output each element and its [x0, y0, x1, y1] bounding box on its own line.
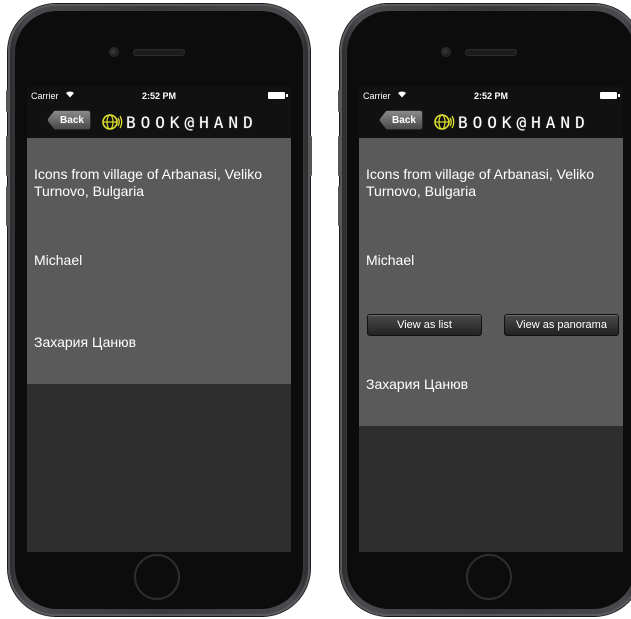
status-time: 2:52 PM [141, 91, 176, 101]
status-bar: Carrier 2:52 PM [27, 87, 291, 105]
front-camera [441, 47, 451, 57]
volume-down-button [6, 186, 9, 226]
mute-switch [6, 90, 9, 112]
app-logo: BOOK@HAND [433, 111, 590, 133]
detail-panel: Icons from village of Arbanasi, Veliko T… [359, 138, 623, 426]
front-camera [109, 47, 119, 57]
item-title[interactable]: Icons from village of Arbanasi, Veliko T… [366, 166, 611, 200]
battery-icon [268, 92, 288, 99]
iphone-frame-left: Carrier 2:52 PM Back BOOK@HAND Icons fro… [6, 4, 312, 616]
logo-text: BOOK@HAND [126, 112, 258, 132]
screen: Carrier 2:52 PM Back BOOK@HAND Icons fro… [359, 87, 623, 552]
status-time: 2:52 PM [473, 91, 508, 101]
earpiece-speaker [133, 49, 185, 56]
volume-up-button [338, 136, 341, 176]
earpiece-speaker [465, 49, 517, 56]
item-name[interactable]: Michael [34, 252, 82, 269]
logo-text: BOOK@HAND [458, 112, 590, 132]
power-button [309, 136, 312, 176]
home-button[interactable] [466, 554, 512, 600]
view-as-panorama-button[interactable]: View as panorama [504, 314, 619, 336]
status-bar: Carrier 2:52 PM [359, 87, 623, 105]
volume-up-button [6, 136, 9, 176]
item-name[interactable]: Michael [366, 252, 414, 269]
detail-panel: Icons from village of Arbanasi, Veliko T… [27, 138, 291, 384]
item-author[interactable]: Захария Цанюв [34, 334, 136, 351]
back-button[interactable]: Back [379, 110, 423, 130]
item-author[interactable]: Захария Цанюв [366, 376, 468, 393]
iphone-frame-right: Carrier 2:52 PM Back BOOK@HAND Icons fro… [338, 4, 631, 616]
item-title[interactable]: Icons from village of Arbanasi, Veliko T… [34, 166, 279, 200]
home-button[interactable] [134, 554, 180, 600]
navigation-bar: Back BOOK@HAND [27, 105, 291, 138]
app-logo: BOOK@HAND [101, 111, 258, 133]
battery-icon [600, 92, 620, 99]
view-as-list-button[interactable]: View as list [367, 314, 482, 336]
volume-down-button [338, 186, 341, 226]
screen: Carrier 2:52 PM Back BOOK@HAND Icons fro… [27, 87, 291, 552]
mute-switch [338, 90, 341, 112]
back-button[interactable]: Back [47, 110, 91, 130]
globe-sound-icon [434, 114, 455, 130]
navigation-bar: Back BOOK@HAND [359, 105, 623, 138]
globe-sound-icon [102, 114, 123, 130]
